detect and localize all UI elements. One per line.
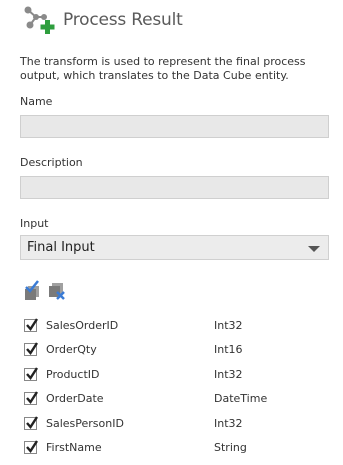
column-row: OrderQty Int16 (24, 338, 324, 363)
column-name: ProductID (46, 367, 100, 381)
column-type: String (214, 441, 247, 455)
select-all-button[interactable] (22, 279, 42, 301)
column-name: SalesOrderID (46, 318, 119, 332)
column-name: FirstName (46, 441, 102, 455)
checkmark-icon (26, 440, 39, 454)
column-toolbar (22, 279, 66, 301)
column-checkbox[interactable] (24, 391, 39, 406)
name-label: Name (20, 95, 53, 108)
select-all-icon (25, 280, 39, 300)
column-checkbox[interactable] (24, 342, 39, 357)
input-label: Input (20, 217, 49, 230)
column-row: FirstName String (24, 436, 324, 461)
column-list: SalesOrderID Int32 OrderQty Int16 ProductID I… (24, 313, 324, 460)
column-row: OrderDate DateTime (24, 387, 324, 412)
column-type: Int16 (214, 343, 243, 357)
page-header: Process Result (22, 5, 183, 35)
column-checkbox[interactable] (24, 318, 39, 332)
chevron-down-icon (308, 246, 320, 252)
column-checkbox[interactable] (24, 440, 39, 455)
description-field[interactable] (20, 176, 329, 199)
deselect-all-icon (49, 283, 65, 300)
column-type: Int32 (214, 416, 243, 430)
checkmark-icon (26, 342, 39, 356)
column-row: SalesOrderID Int32 (24, 313, 324, 338)
column-checkbox[interactable] (24, 416, 39, 430)
deselect-all-button[interactable] (46, 279, 66, 301)
column-type: Int32 (214, 318, 243, 332)
checkmark-icon (26, 367, 39, 380)
process-result-icon (22, 5, 62, 35)
checkmark-icon (26, 318, 39, 331)
column-row: ProductID Int32 (24, 362, 324, 387)
column-checkbox[interactable] (24, 367, 39, 381)
column-row: SalesPersonID Int32 (24, 411, 324, 436)
column-name: OrderDate (46, 392, 104, 406)
column-name: OrderQty (46, 343, 97, 357)
description-label: Description (20, 156, 83, 169)
column-type: DateTime (214, 392, 268, 406)
page-title: Process Result (63, 10, 183, 30)
input-select-value: Final Input (27, 240, 95, 255)
input-select[interactable]: Final Input (20, 235, 329, 260)
name-field[interactable] (20, 115, 329, 138)
description-text: The transform is used to represent the f… (20, 55, 306, 82)
column-type: Int32 (214, 367, 243, 381)
column-name: SalesPersonID (46, 416, 124, 430)
checkmark-icon (26, 416, 39, 429)
checkmark-icon (26, 391, 39, 405)
